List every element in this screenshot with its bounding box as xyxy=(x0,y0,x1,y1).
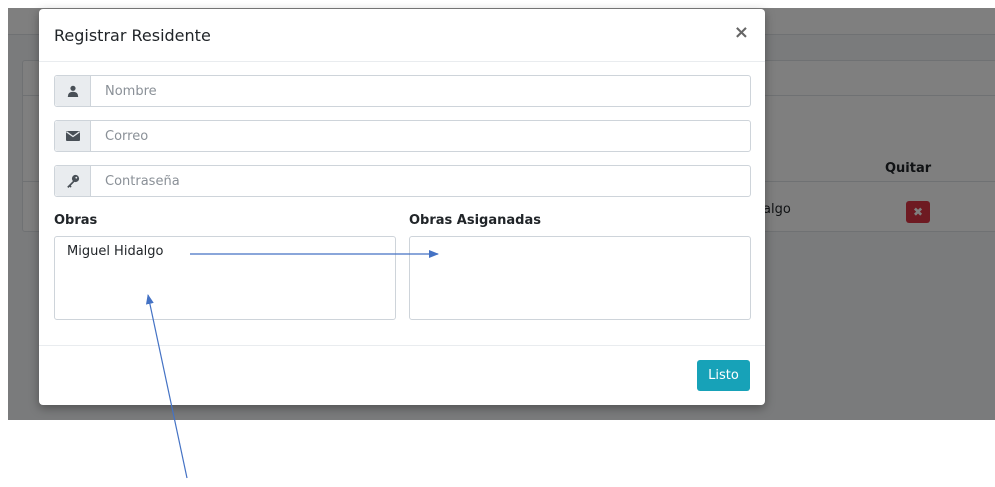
name-input-group xyxy=(54,75,751,107)
available-works-list[interactable]: Miguel Hidalgo xyxy=(54,236,396,320)
assigned-works-list[interactable] xyxy=(409,236,751,320)
envelope-icon xyxy=(55,121,91,151)
password-input[interactable] xyxy=(91,166,745,196)
close-icon[interactable]: × xyxy=(734,22,749,43)
modal-title: Registrar Residente xyxy=(54,26,211,45)
modal-footer: Listo xyxy=(39,345,765,406)
modal-header: Registrar Residente × xyxy=(39,9,765,62)
password-input-group xyxy=(54,165,751,197)
email-input-group xyxy=(54,120,751,152)
email-input[interactable] xyxy=(91,121,745,151)
assigned-works-label: Obras Asiganadas xyxy=(409,213,541,228)
done-button[interactable]: Listo xyxy=(697,360,750,391)
key-icon xyxy=(55,166,91,196)
register-resident-modal: Registrar Residente × Nombre Correo Obra… xyxy=(39,9,765,405)
name-input[interactable] xyxy=(91,76,745,106)
available-works-label: Obras xyxy=(54,213,98,228)
list-item[interactable]: Miguel Hidalgo xyxy=(67,244,163,259)
user-icon xyxy=(55,76,91,106)
